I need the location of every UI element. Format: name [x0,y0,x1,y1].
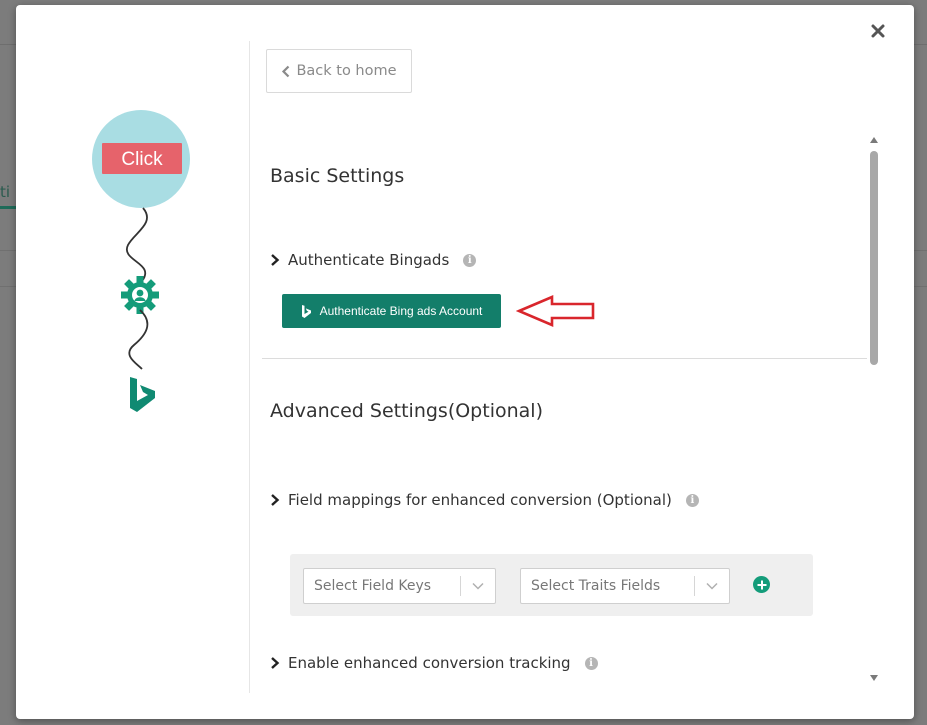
bg-tab-fragment: ti [0,183,11,201]
settings-content: Basic Settings Authenticate Bingads i Au… [262,130,872,690]
bing-logo-icon [130,377,155,412]
chevron-right-icon [271,254,280,266]
info-icon[interactable]: i [463,253,477,267]
field-mappings-toggle[interactable]: Field mappings for enhanced conversion (… [270,491,699,509]
gear-person-icon [121,276,159,314]
chevron-down-icon [695,582,729,590]
click-label: Click [121,149,163,170]
red-arrow-annotation [516,295,595,327]
select-field-keys-dropdown[interactable]: Select Field Keys [303,568,496,604]
scroll-down-arrow-icon[interactable] [870,675,878,681]
back-to-home-button[interactable]: Back to home [266,49,412,93]
authenticate-bing-ads-label: Authenticate Bing ads Account [319,304,483,318]
add-mapping-plus-icon[interactable] [753,576,770,593]
select-traits-fields-dropdown[interactable]: Select Traits Fields [520,568,730,604]
enable-tracking-label: Enable enhanced conversion tracking [288,654,571,672]
field-mappings-label: Field mappings for enhanced conversion (… [288,491,672,509]
authenticate-bingads-label: Authenticate Bingads [288,251,450,269]
field-mapping-row: Select Field Keys Select Traits Fields [290,554,813,616]
chevron-down-icon [461,582,495,590]
chevron-right-icon [271,494,280,506]
info-icon[interactable]: i [584,656,598,670]
bing-logo-icon [301,304,311,318]
bg-tab-underline [0,206,16,209]
panel-divider [249,41,250,693]
basic-settings-title: Basic Settings [270,165,405,187]
enable-tracking-toggle[interactable]: Enable enhanced conversion tracking i [270,654,598,672]
integration-illustration: Click [16,5,249,719]
authenticate-bingads-toggle[interactable]: Authenticate Bingads i [270,251,477,269]
section-divider [262,358,867,359]
chevron-left-icon [282,65,290,77]
back-to-home-label: Back to home [296,63,397,79]
authenticate-bing-ads-button[interactable]: Authenticate Bing ads Account [282,294,501,328]
chevron-right-icon [271,657,280,669]
vertical-scrollbar[interactable] [868,133,880,685]
select-field-keys-placeholder: Select Field Keys [314,578,432,594]
scroll-up-arrow-icon[interactable] [870,137,878,143]
settings-modal: Click Back to home Basic Settings Authen… [16,5,914,719]
close-icon[interactable] [870,23,886,39]
select-traits-placeholder: Select Traits Fields [531,578,661,594]
scroll-thumb[interactable] [870,151,878,365]
info-icon[interactable]: i [685,493,699,507]
advanced-settings-title: Advanced Settings(Optional) [270,400,543,422]
